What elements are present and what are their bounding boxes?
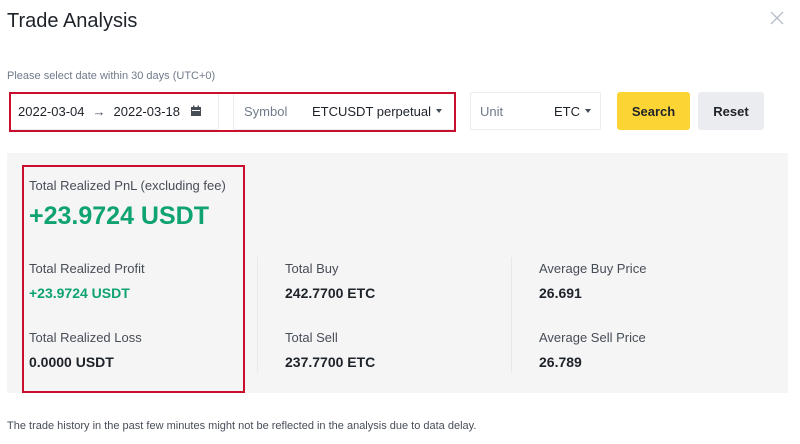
close-icon[interactable]	[768, 9, 786, 27]
date-hint: Please select date within 30 days (UTC+0…	[7, 70, 216, 82]
total-profit-label: Total Realized Profit	[29, 261, 145, 276]
date-range-picker[interactable]: 2022-03-04 → 2022-03-18	[9, 92, 219, 130]
arrow-right-icon: →	[92, 103, 106, 119]
symbol-label: Symbol	[244, 103, 288, 119]
total-sell-value: 237.7700 ETC	[285, 354, 376, 370]
unit-select[interactable]: Unit ETC	[470, 92, 601, 130]
average-buy-price-value: 26.691	[539, 285, 582, 301]
column-divider	[511, 257, 512, 372]
symbol-value[interactable]: ETCUSDT perpetual	[312, 104, 431, 119]
total-loss-value: 0.0000 USDT	[29, 354, 114, 370]
column-divider	[257, 257, 258, 372]
search-button[interactable]: Search	[617, 92, 690, 130]
symbol-select[interactable]: Symbol ETCUSDT perpetual	[233, 92, 455, 130]
total-profit-value: +23.9724 USDT	[29, 285, 130, 301]
average-buy-price-label: Average Buy Price	[539, 261, 647, 276]
chevron-down-icon[interactable]	[585, 109, 591, 113]
total-buy-label: Total Buy	[285, 261, 339, 276]
total-pnl-value: +23.9724 USDT	[29, 202, 209, 230]
dialog-title: Trade Analysis	[7, 10, 138, 32]
unit-label: Unit	[480, 103, 504, 119]
total-pnl-label: Total Realized PnL (excluding fee)	[29, 178, 226, 193]
start-date[interactable]: 2022-03-04	[18, 104, 85, 119]
data-delay-notice: The trade history in the past few minute…	[7, 420, 477, 432]
calendar-icon[interactable]	[190, 105, 202, 117]
total-sell-label: Total Sell	[285, 330, 338, 345]
unit-value[interactable]: ETC	[554, 104, 580, 119]
chevron-down-icon[interactable]	[435, 109, 442, 113]
end-date[interactable]: 2022-03-18	[114, 104, 181, 119]
reset-button[interactable]: Reset	[698, 92, 764, 130]
total-loss-label: Total Realized Loss	[29, 330, 142, 345]
total-buy-value: 242.7700 ETC	[285, 285, 376, 301]
average-sell-price-value: 26.789	[539, 354, 582, 370]
average-sell-price-label: Average Sell Price	[539, 330, 646, 345]
